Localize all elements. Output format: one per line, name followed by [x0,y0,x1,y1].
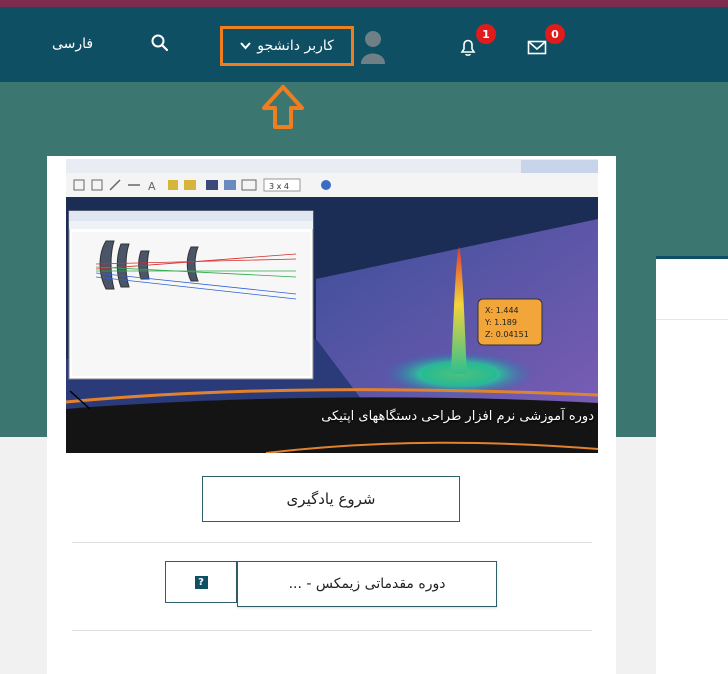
side-panel [656,256,728,674]
language-switch[interactable]: فارسی [52,36,93,52]
tooltip-y: Y: 1.189 [484,318,517,327]
start-learning-button[interactable]: شروع یادگیری [202,476,460,522]
chevron-down-icon [240,40,251,53]
arrow-up-icon [260,84,306,130]
course-cover-image[interactable]: A 3 x 4 X: 1.444 Y: 1.189 Z: 0.04151 دور… [66,159,598,453]
notifications-badge: 1 [476,24,496,44]
svg-text:A: A [148,180,156,193]
avatar[interactable] [360,28,386,64]
course-image-caption: دوره آموزشی نرم افزار طراحی دستگاههای اپ… [321,409,594,424]
user-name-label: کاربر دانشجو [257,38,334,54]
tooltip-x: X: 1.444 [485,306,519,315]
help-icon: ? [194,575,208,589]
help-button[interactable]: ? [165,561,237,603]
course-name-button[interactable]: دوره مقدماتی زیمکس - ... [237,561,497,607]
divider [72,630,592,631]
user-menu-button[interactable]: کاربر دانشجو [220,26,354,66]
tooltip-z: Z: 0.04151 [485,330,529,339]
search-icon[interactable] [150,33,170,53]
course-selector: ? دوره مقدماتی زیمکس - ... [165,561,497,607]
messages-badge: 0 [545,24,565,44]
course-card: A 3 x 4 X: 1.444 Y: 1.189 Z: 0.04151 دور… [47,156,616,674]
divider [72,542,592,543]
svg-text:3 x 4: 3 x 4 [269,182,289,191]
